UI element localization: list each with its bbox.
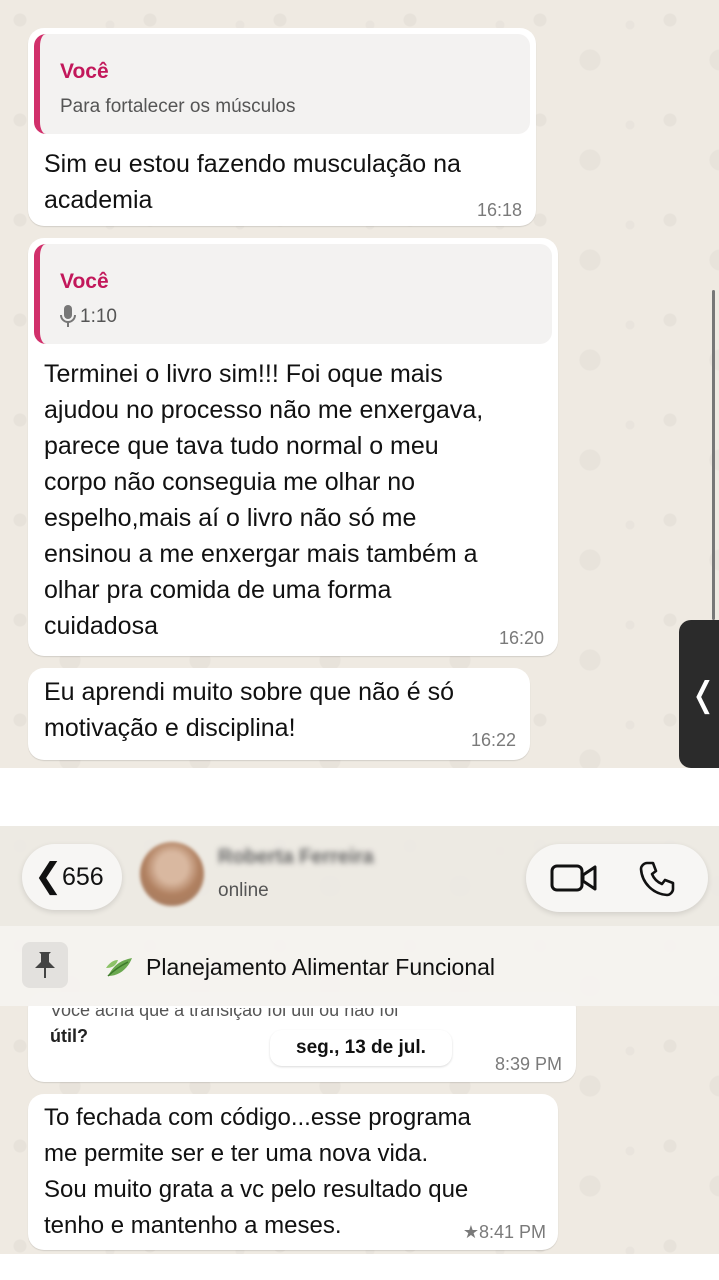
message-time: 8:39 PM	[494, 1054, 562, 1074]
message-text: To fechada com código...esse programa me…	[44, 1104, 471, 1239]
pin-button[interactable]	[22, 942, 68, 988]
contact-status: online	[218, 880, 269, 901]
message-text: Eu aprendi muito sobre que não é só moti…	[44, 678, 454, 742]
quote-author: Você	[60, 60, 109, 83]
voice-duration: 1:10	[80, 306, 117, 327]
top-chat-area[interactable]: Você Para fortalecer os músculos Sim eu …	[0, 0, 719, 768]
quoted-voice-reply[interactable]: Você 1:10	[34, 244, 552, 344]
quote-author: Você	[60, 270, 109, 293]
microphone-icon	[60, 304, 76, 333]
message-bubble[interactable]: Eu aprendi muito sobre que não é só moti…	[28, 668, 530, 760]
chevron-left-icon: ❬	[689, 676, 718, 714]
back-button[interactable]: ❮ 656	[22, 844, 122, 910]
quoted-reply[interactable]: Você Para fortalecer os músculos	[34, 34, 530, 134]
message-bubble[interactable]: Você Para fortalecer os músculos Sim eu …	[28, 28, 536, 226]
pinned-message-text: Planejamento Alimentar Funcional	[146, 954, 496, 980]
leaf-icon	[104, 954, 134, 985]
quote-text: Para fortalecer os músculos	[60, 96, 296, 117]
message-time: 16:20	[498, 628, 544, 648]
contact-name[interactable]: Roberta Ferreira	[218, 846, 374, 869]
avatar[interactable]	[140, 842, 204, 906]
message-time: 16:18	[476, 200, 522, 220]
scrollbar[interactable]	[712, 290, 715, 620]
message-time: ★8:41 PM	[462, 1222, 546, 1242]
message-bubble[interactable]: Você 1:10 Terminei o livro sim!!! Foi oq…	[28, 238, 558, 656]
date-badge: seg., 13 de jul.	[270, 1030, 452, 1066]
message-bubble[interactable]: To fechada com código...esse programa me…	[28, 1094, 558, 1250]
phone-call-icon[interactable]	[638, 860, 676, 898]
unread-count: 656	[62, 863, 104, 891]
pinned-message-bar[interactable]: Planejamento Alimentar Funcional	[0, 926, 719, 1006]
message-text: Sim eu estou fazendo musculação na acade…	[44, 150, 461, 214]
side-panel-handle[interactable]: ❬	[679, 620, 719, 768]
message-text: Terminei o livro sim!!! Foi oque mais aj…	[44, 360, 484, 640]
message-time: 16:22	[470, 730, 516, 750]
message-text: útil?	[50, 1026, 88, 1046]
chevron-left-icon: ❮	[34, 857, 63, 895]
chat-header: ❮ 656 Roberta Ferreira online	[0, 826, 719, 926]
call-actions	[526, 844, 708, 912]
video-call-icon[interactable]	[550, 862, 598, 894]
